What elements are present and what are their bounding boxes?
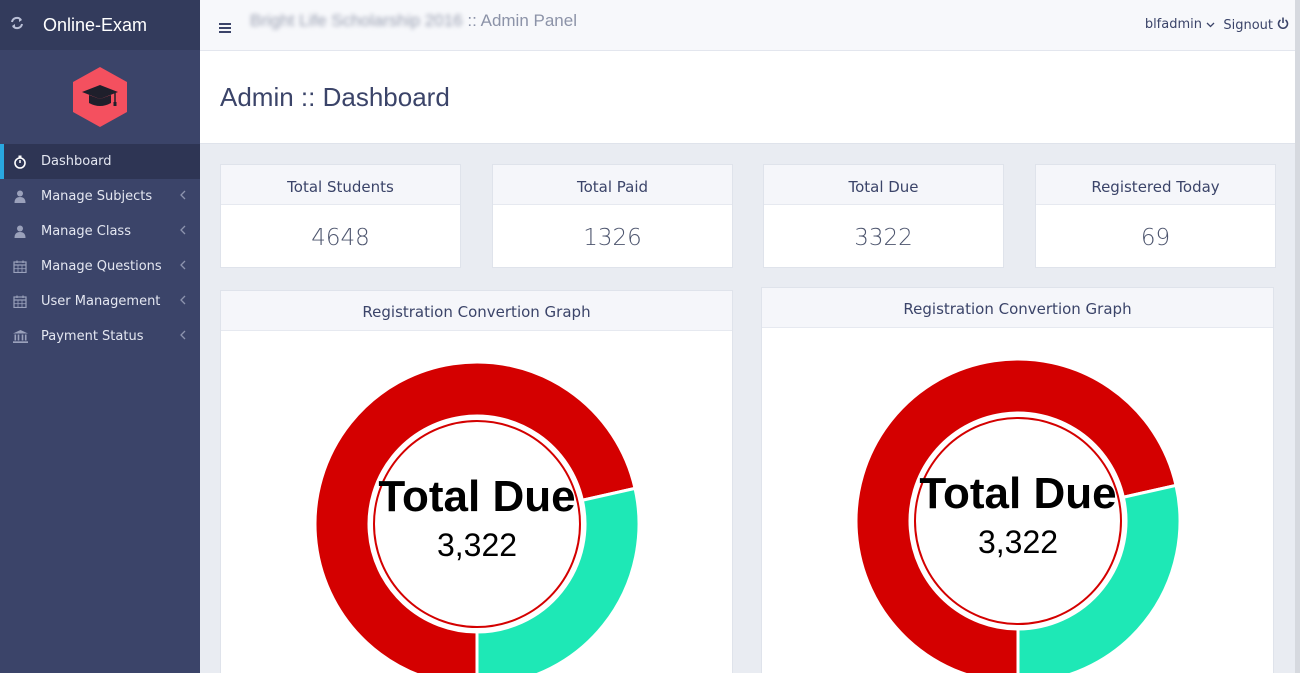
stat-label: Total Students bbox=[221, 165, 460, 205]
hamburger-menu-icon[interactable] bbox=[219, 18, 231, 37]
brand-name[interactable]: Online-Exam bbox=[43, 15, 147, 36]
stat-label: Total Paid bbox=[493, 165, 732, 205]
sidebar-menu: Dashboard Manage Subjects Manage Class M… bbox=[0, 144, 200, 354]
graduation-cap-icon bbox=[73, 67, 127, 127]
logo bbox=[0, 50, 200, 144]
signout-button[interactable]: Signout bbox=[1223, 17, 1289, 33]
signout-label: Signout bbox=[1223, 17, 1273, 33]
sidebar-item-manage-subjects[interactable]: Manage Subjects bbox=[0, 179, 200, 214]
stat-card-total-paid: Total Paid 1326 bbox=[492, 164, 733, 268]
username: blfadmin bbox=[1144, 17, 1202, 32]
sidebar-item-label: Manage Subjects bbox=[41, 189, 153, 204]
top-navbar: Bright Life Scholarship 2016 :: Admin Pa… bbox=[200, 0, 1295, 51]
sidebar-item-label: Dashboard bbox=[41, 154, 112, 169]
brand-bar: Online-Exam bbox=[0, 0, 200, 50]
doughnut-chart[interactable]: Total Due 3,322 bbox=[762, 288, 1274, 673]
doughnut-center-label: Total Due bbox=[378, 472, 575, 521]
panel-title-blurred: Bright Life Scholarship 2016 bbox=[250, 11, 463, 30]
doughnut-center-value: 3,322 bbox=[978, 524, 1058, 560]
chevron-left-icon bbox=[180, 294, 186, 309]
stat-value: 1326 bbox=[583, 225, 642, 251]
doughnut-center-label: Total Due bbox=[919, 469, 1116, 518]
user-icon bbox=[11, 190, 29, 204]
chevron-left-icon bbox=[180, 329, 186, 344]
refresh-icon[interactable] bbox=[10, 16, 32, 34]
sidebar: Online-Exam Dashboard Manage Subjects Ma… bbox=[0, 0, 200, 673]
chevron-left-icon bbox=[180, 189, 186, 204]
page-title: Admin :: Dashboard bbox=[220, 82, 450, 112]
stat-label: Registered Today bbox=[1036, 165, 1275, 205]
stat-card-total-due: Total Due 3322 bbox=[763, 164, 1004, 268]
sidebar-item-label: User Management bbox=[41, 294, 161, 309]
chevron-left-icon bbox=[180, 224, 186, 239]
user-icon bbox=[11, 225, 29, 239]
page-scrollbar[interactable] bbox=[1295, 0, 1300, 673]
stat-value: 69 bbox=[1140, 225, 1171, 251]
sidebar-item-user-management[interactable]: User Management bbox=[0, 284, 200, 319]
chevron-down-icon bbox=[1206, 17, 1215, 32]
stat-label: Total Due bbox=[764, 165, 1003, 205]
stat-value: 4648 bbox=[311, 225, 370, 251]
chevron-left-icon bbox=[180, 259, 186, 274]
calendar-icon bbox=[11, 295, 29, 309]
chart-panel-right: Registration Convertion Graph Total Due 3… bbox=[761, 287, 1274, 673]
panel-title: Bright Life Scholarship 2016 :: Admin Pa… bbox=[250, 11, 577, 31]
stat-value: 3322 bbox=[854, 225, 913, 251]
page-header: Admin :: Dashboard bbox=[200, 51, 1295, 144]
bank-icon bbox=[11, 330, 29, 344]
power-icon bbox=[1277, 17, 1289, 33]
stat-card-registered-today: Registered Today 69 bbox=[1035, 164, 1276, 268]
sidebar-item-label: Manage Class bbox=[41, 224, 131, 239]
sidebar-item-payment-status[interactable]: Payment Status bbox=[0, 319, 200, 354]
sidebar-item-label: Payment Status bbox=[41, 329, 144, 344]
doughnut-inner-ring bbox=[373, 420, 581, 628]
sidebar-item-label: Manage Questions bbox=[41, 259, 162, 274]
doughnut-inner-ring bbox=[914, 417, 1122, 625]
doughnut-center-value: 3,322 bbox=[437, 527, 517, 563]
user-menu[interactable]: blfadmin bbox=[1145, 17, 1215, 32]
chart-panel-left: Registration Convertion Graph Total Due 3… bbox=[220, 290, 733, 673]
stopwatch-icon bbox=[11, 155, 29, 169]
panel-title-suffix: :: Admin Panel bbox=[467, 11, 577, 30]
stat-card-total-students: Total Students 4648 bbox=[220, 164, 461, 268]
sidebar-item-manage-class[interactable]: Manage Class bbox=[0, 214, 200, 249]
calendar-icon bbox=[11, 260, 29, 274]
sidebar-item-dashboard[interactable]: Dashboard bbox=[0, 144, 200, 179]
doughnut-chart[interactable]: Total Due 3,322 bbox=[221, 291, 733, 673]
sidebar-item-manage-questions[interactable]: Manage Questions bbox=[0, 249, 200, 284]
